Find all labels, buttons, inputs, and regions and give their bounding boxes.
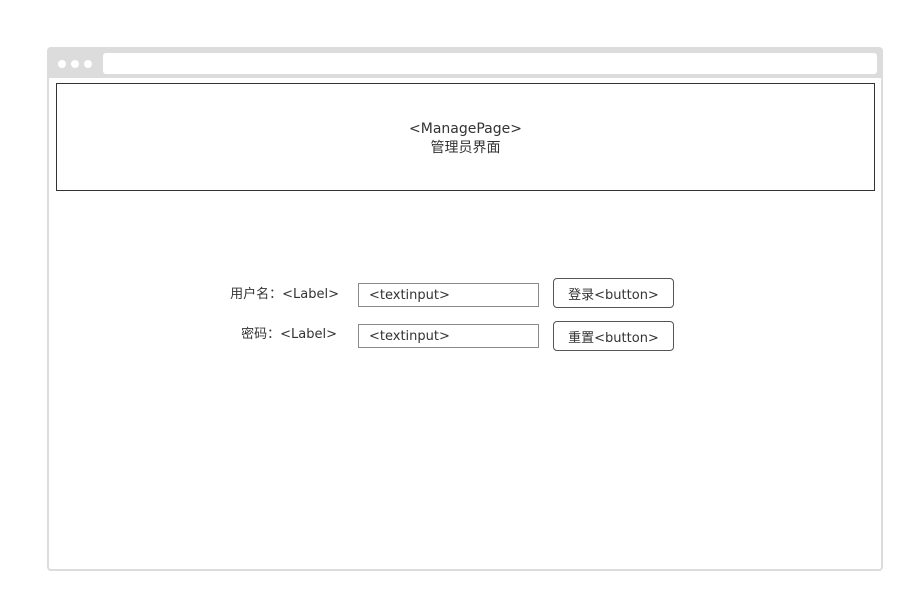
window-dot-icon[interactable] [84,60,92,68]
page: <ManagePage> 管理员界面 用户名：<Label> 登录<button… [0,0,914,603]
password-label: 密码：<Label> [241,327,337,342]
page-title: 管理员界面 [430,140,501,156]
window-dot-icon[interactable] [71,60,79,68]
password-input[interactable] [358,324,539,348]
window-dot-icon[interactable] [58,60,66,68]
header-component-name: <ManagePage> [409,121,522,137]
reset-button[interactable]: 重置<button> [553,321,674,351]
login-button[interactable]: 登录<button> [553,278,674,308]
address-bar[interactable] [103,53,877,74]
username-input[interactable] [358,283,539,307]
username-label: 用户名：<Label> [230,287,339,302]
manage-page-header: <ManagePage> 管理员界面 [56,83,875,191]
browser-titlebar [49,49,881,78]
